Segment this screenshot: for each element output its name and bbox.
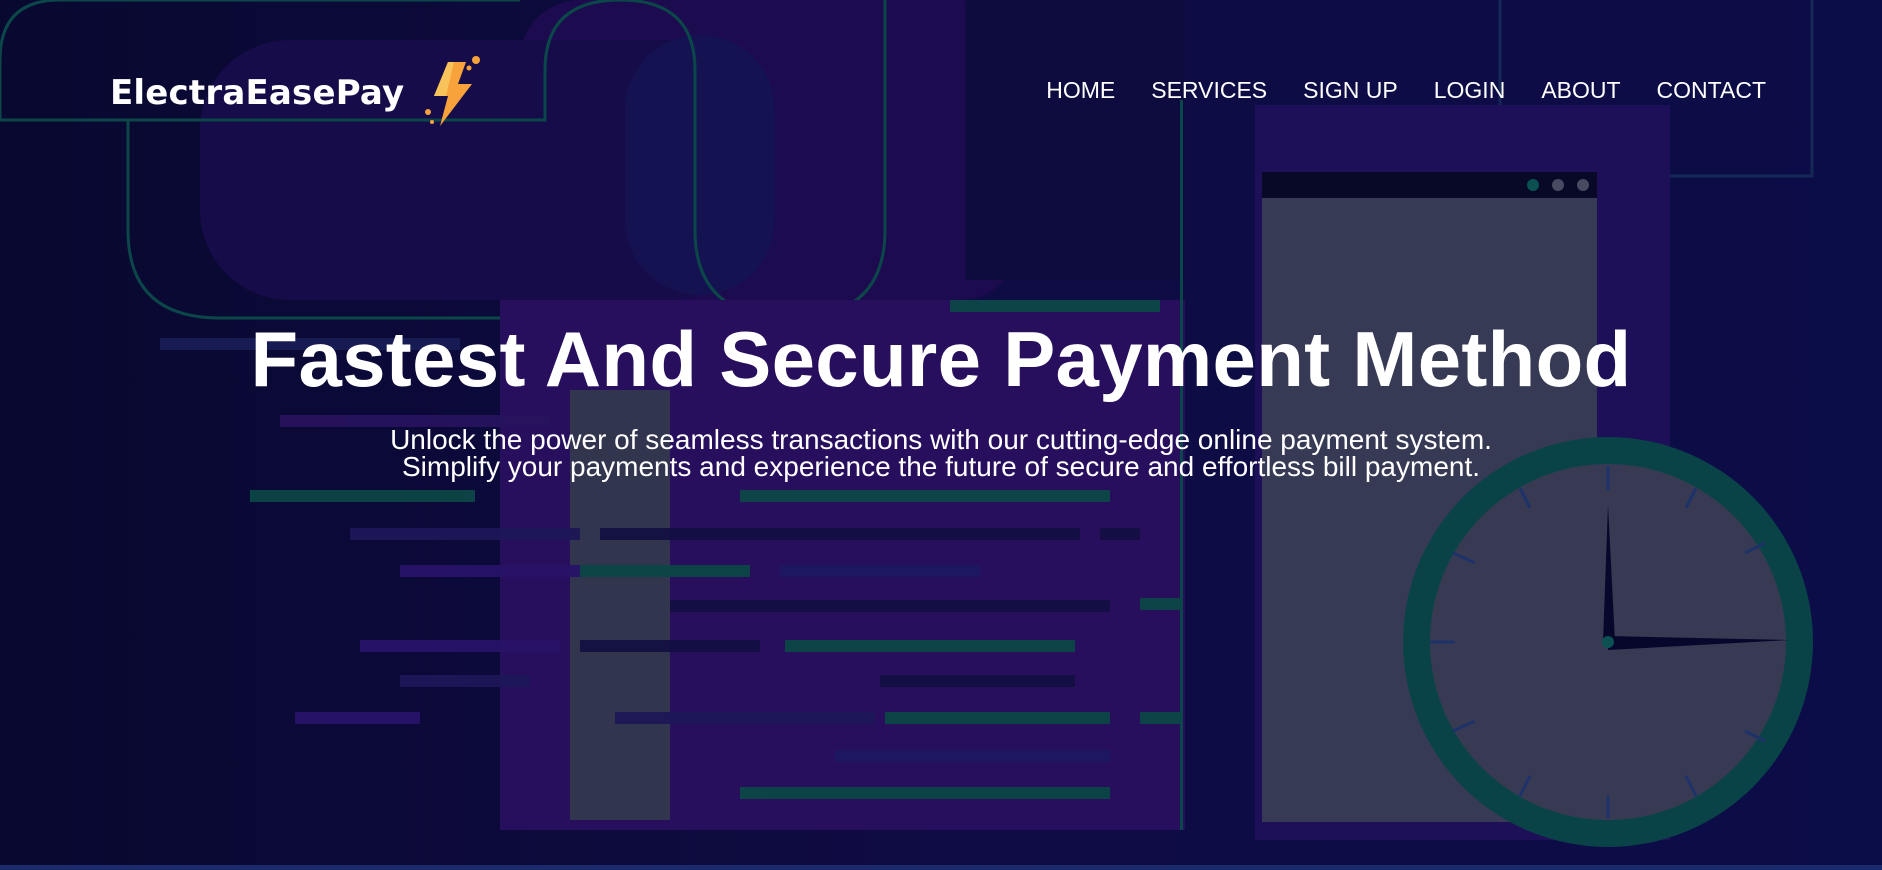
hero-subtitle: Unlock the power of seamless transaction…	[0, 424, 1882, 482]
nav-link-services[interactable]: SERVICES	[1151, 77, 1267, 103]
main-navigation: HOME SERVICES SIGN UP LOGIN ABOUT CONTAC…	[1046, 77, 1766, 104]
nav-item-about: ABOUT	[1541, 77, 1620, 104]
brand-name: ElectraEasePay	[110, 73, 405, 113]
site-header: ElectraEasePay HOME SERVICES SIGN UP LOG…	[0, 0, 1882, 180]
nav-item-sign-up: SIGN UP	[1303, 77, 1398, 104]
nav-item-home: HOME	[1046, 77, 1115, 104]
nav-link-home[interactable]: HOME	[1046, 77, 1115, 103]
nav-item-services: SERVICES	[1151, 77, 1267, 104]
nav-item-login: LOGIN	[1434, 77, 1506, 104]
hero-title: Fastest And Secure Payment Method	[250, 315, 1632, 403]
nav-link-login[interactable]: LOGIN	[1434, 77, 1506, 103]
page-bottom-strip	[0, 865, 1882, 870]
nav-item-contact: CONTACT	[1657, 77, 1766, 104]
nav-link-sign-up[interactable]: SIGN UP	[1303, 77, 1398, 103]
lightning-bolt-icon	[425, 56, 481, 126]
nav-link-about[interactable]: ABOUT	[1541, 77, 1620, 103]
hero-subtitle-line-2: Simplify your payments and experience th…	[401, 451, 1481, 482]
brand-logo-link[interactable]: ElectraEasePay	[110, 56, 486, 128]
hero-subtitle-line-1: Unlock the power of seamless transaction…	[390, 424, 1492, 455]
nav-link-contact[interactable]: CONTACT	[1657, 77, 1766, 103]
